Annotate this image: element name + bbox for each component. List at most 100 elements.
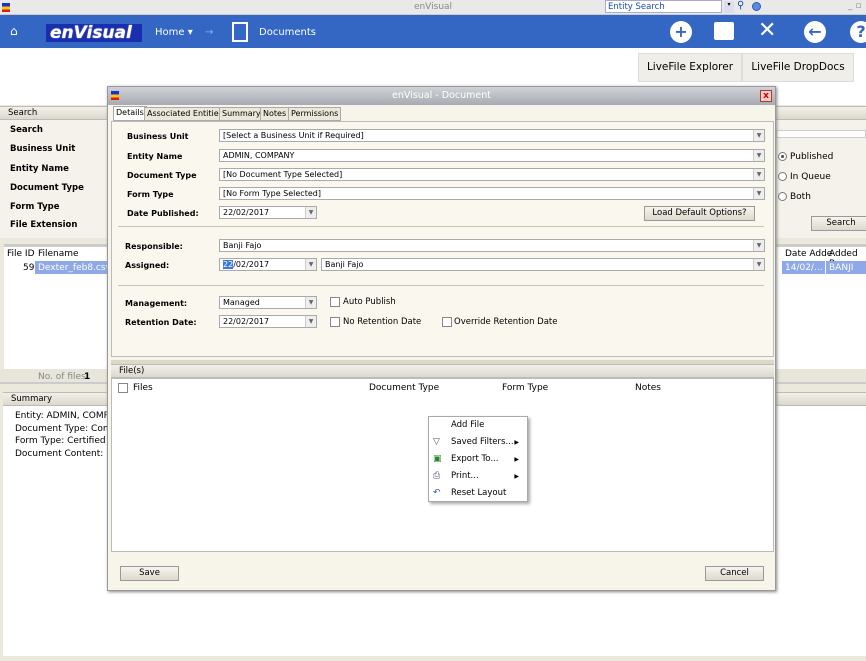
form-type-value: [No Form Type Selected] [223, 189, 321, 198]
livefile-explorer-button[interactable]: LiveFile Explorer [638, 53, 742, 82]
home-icon[interactable]: ⌂ [10, 24, 18, 38]
no-retention-date-checkbox[interactable] [330, 317, 340, 327]
chevron-down-icon[interactable]: ▼ [753, 240, 764, 251]
assigned-date-selected: 22 [223, 260, 234, 269]
tab-notes[interactable]: Notes [260, 107, 290, 121]
tab-details[interactable]: Details [113, 106, 147, 121]
chevron-down-icon[interactable]: ▼ [305, 297, 316, 308]
col-date-added[interactable]: Date Adde [785, 249, 832, 259]
divider [118, 285, 764, 286]
submenu-arrow-icon: ▶ [514, 439, 519, 446]
document-dialog: enVisual - Document x Details Associated… [107, 86, 776, 591]
radio-published[interactable] [778, 152, 787, 161]
responsible-select[interactable]: Banji Fajo ▼ [219, 239, 765, 252]
summary-document-content: Document Content: .c [15, 449, 114, 459]
col-notes[interactable]: Notes [635, 383, 661, 393]
retention-date-picker[interactable]: 22/02/2017 ▼ [219, 315, 317, 328]
override-retention-date-label: Override Retention Date [454, 317, 558, 327]
col-form-type[interactable]: Form Type [502, 383, 548, 393]
tab-permissions[interactable]: Permissions [288, 107, 342, 121]
override-retention-date-checkbox[interactable] [442, 317, 452, 327]
close-icon[interactable]: x [760, 90, 772, 102]
back-icon[interactable]: ← [804, 21, 826, 43]
assigned-date-rest: /02/2017 [233, 260, 270, 269]
form-type-select[interactable]: [No Form Type Selected] ▼ [219, 187, 765, 200]
minimize-button[interactable]: _ ▫ [848, 1, 861, 11]
radio-both-label: Both [790, 192, 811, 202]
business-unit-select[interactable]: [Select a Business Unit if Required] ▼ [219, 129, 765, 142]
management-select[interactable]: Managed ▼ [219, 296, 317, 309]
col-filename[interactable]: Filename [38, 249, 79, 259]
chevron-down-icon[interactable]: ▼ [305, 207, 316, 218]
document-type-label: Document Type [10, 183, 84, 193]
menu-reset-layout[interactable]: ↶ Reset Layout [429, 485, 527, 502]
menu-saved-filters[interactable]: ▽ Saved Filters... ▶ [429, 434, 527, 451]
chevron-down-icon[interactable]: ▼ [753, 259, 764, 270]
col-document-type[interactable]: Document Type [369, 383, 439, 393]
assigned-user-select[interactable]: Banji Fajo ▼ [321, 258, 765, 271]
select-all-checkbox[interactable] [118, 383, 128, 393]
filename-cell[interactable]: Dexter_feb8.csv [35, 261, 111, 274]
chevron-down-icon[interactable]: ▼ [305, 316, 316, 327]
auto-publish-checkbox[interactable] [330, 297, 340, 307]
business-unit-field-label: Business Unit [127, 132, 189, 141]
entity-name-select[interactable]: ADMIN, COMPANY ▼ [219, 149, 765, 162]
col-files[interactable]: Files [133, 383, 153, 393]
date-cell[interactable]: 14/02/... [782, 261, 825, 274]
menu-label: Print... [451, 471, 479, 481]
main-toolbar: ⌂ enVisual Home ▾ → Documents [0, 15, 866, 48]
dialog-title: enVisual - Document [108, 87, 775, 105]
added-by-cell[interactable]: BANJI [826, 261, 866, 274]
management-value: Managed [223, 298, 260, 307]
radio-both[interactable] [778, 192, 787, 201]
date-published-value: 22/02/2017 [223, 208, 270, 217]
chevron-down-icon[interactable]: ▼ [753, 130, 764, 141]
file-id-cell[interactable]: 59 [23, 263, 34, 273]
summary-entity: Entity: ADMIN, COMP [15, 411, 110, 421]
col-file-id[interactable]: File ID [7, 249, 35, 259]
search-button[interactable]: Search [811, 216, 866, 231]
load-default-options-button[interactable]: Load Default Options? [644, 206, 755, 221]
chevron-down-icon[interactable]: ▼ [753, 150, 764, 161]
responsible-value: Banji Fajo [223, 241, 262, 250]
menu-label: Reset Layout [451, 488, 507, 498]
entity-search-input[interactable]: Entity Search [605, 0, 722, 13]
entity-search-dropdown[interactable]: ▾ [724, 1, 734, 13]
date-published-picker[interactable]: 22/02/2017 ▼ [219, 206, 317, 219]
folder-add-icon[interactable] [714, 22, 734, 40]
search-label: Search [10, 125, 43, 135]
form-type-field-label: Form Type [127, 190, 174, 199]
tab-associated-entities[interactable]: Associated Entities [144, 107, 226, 121]
add-search-icon[interactable] [752, 2, 761, 11]
file-count: 1 [84, 372, 91, 382]
menu-print[interactable]: ⎙ Print... ▶ [429, 468, 527, 485]
business-unit-value: [Select a Business Unit if Required] [223, 131, 364, 140]
livefile-dropdocs-button[interactable]: LiveFile DropDocs [742, 53, 854, 82]
tab-summary[interactable]: Summary [219, 107, 264, 121]
search-icon[interactable]: ⚲ [737, 0, 744, 11]
home-menu[interactable]: Home ▾ [155, 27, 193, 38]
chevron-down-icon[interactable]: ▼ [305, 259, 316, 270]
no-retention-date-label: No Retention Date [343, 317, 422, 327]
assigned-date-picker[interactable]: 22/02/2017 ▼ [219, 258, 317, 271]
menu-export-to[interactable]: ▣ Export To... ▶ [429, 451, 527, 468]
add-icon[interactable]: + [670, 21, 692, 43]
document-type-field-label: Document Type [127, 171, 197, 180]
chevron-down-icon[interactable]: ▼ [753, 169, 764, 180]
radio-in-queue[interactable] [778, 172, 787, 181]
document-type-select[interactable]: [No Document Type Selected] ▼ [219, 168, 765, 181]
tools-icon[interactable]: ✕ [758, 18, 776, 43]
menu-add-file[interactable]: Add File [429, 417, 527, 434]
document-type-value: [No Document Type Selected] [223, 170, 343, 179]
search-field[interactable] [776, 130, 866, 138]
entity-name-label: Entity Name [10, 164, 69, 174]
context-menu: Add File ▽ Saved Filters... ▶ ▣ Export To..… [428, 416, 528, 502]
save-button[interactable]: Save [120, 566, 179, 581]
help-icon[interactable]: ? [850, 21, 866, 43]
breadcrumb-documents[interactable]: Documents [259, 27, 316, 38]
radio-in-queue-label: In Queue [790, 172, 831, 182]
cancel-button[interactable]: Cancel [705, 566, 764, 581]
chevron-down-icon[interactable]: ▼ [753, 188, 764, 199]
undo-icon: ↶ [433, 488, 441, 498]
date-published-label: Date Published: [127, 209, 199, 218]
